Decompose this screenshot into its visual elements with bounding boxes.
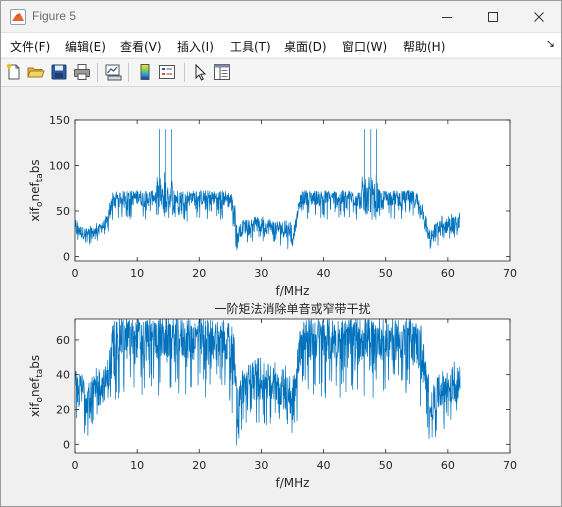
x-tick-label: 40 bbox=[317, 267, 331, 280]
y-axis-label: xifoneftabs bbox=[28, 355, 45, 417]
axes-2[interactable]: 0 10 20 30 40 50 60 70 0 20 40 60 f/MHz xifoneftabs 一阶… bbox=[28, 301, 517, 490]
toolbar-separator bbox=[184, 63, 185, 82]
x-tick-label: 50 bbox=[379, 267, 393, 280]
y-axis-label-part: xif bbox=[28, 206, 42, 221]
y-axis-label-part: ne bbox=[28, 382, 42, 397]
y-tick-label: 150 bbox=[49, 114, 70, 127]
figure-toolbar bbox=[1, 58, 561, 87]
y-axis-label-part: ne bbox=[28, 186, 42, 201]
x-tick-label: 60 bbox=[441, 267, 455, 280]
minimize-button[interactable] bbox=[424, 1, 470, 32]
axes-1[interactable]: 0 10 20 30 40 50 60 70 0 50 100 150 f/MHz xifoneftabs bbox=[28, 114, 517, 298]
menu-tools[interactable]: 工具(T) bbox=[230, 38, 271, 55]
link-plot-icon[interactable] bbox=[103, 62, 123, 82]
menu-desktop[interactable]: 桌面(D) bbox=[284, 38, 327, 55]
y-axis-label: xifoneftabs bbox=[28, 159, 45, 221]
menu-bar: 文件(F) 编辑(E) 查看(V) 插入(I) 工具(T) 桌面(D) 窗口(W… bbox=[1, 33, 561, 57]
chart-title: 一阶矩法消除单音或窄带干扰 bbox=[214, 301, 370, 316]
maximize-icon bbox=[488, 11, 498, 22]
toolbar-separator bbox=[97, 63, 98, 82]
x-tick-label: 10 bbox=[130, 459, 144, 472]
x-tick-label: 70 bbox=[503, 267, 517, 280]
maximize-button[interactable] bbox=[470, 1, 516, 32]
close-icon bbox=[534, 11, 544, 22]
menu-edit[interactable]: 编辑(E) bbox=[65, 38, 106, 55]
x-tick-label: 20 bbox=[192, 267, 206, 280]
x-tick-label: 40 bbox=[317, 459, 331, 472]
minimize-icon bbox=[442, 16, 452, 18]
x-tick-label: 60 bbox=[441, 459, 455, 472]
legend-icon[interactable] bbox=[157, 62, 177, 82]
menu-file[interactable]: 文件(F) bbox=[10, 38, 50, 55]
x-tick-label: 30 bbox=[254, 459, 268, 472]
save-icon[interactable] bbox=[49, 62, 69, 82]
close-button[interactable] bbox=[516, 1, 561, 32]
pointer-icon[interactable] bbox=[190, 62, 210, 82]
menu-window[interactable]: 窗口(W) bbox=[342, 38, 387, 55]
x-tick-label: 0 bbox=[72, 459, 79, 472]
x-tick-label: 0 bbox=[72, 267, 79, 280]
y-axis-label-part: bs bbox=[28, 159, 42, 173]
toolbar-separator bbox=[128, 63, 129, 82]
colorbar-icon[interactable] bbox=[135, 62, 155, 82]
y-tick-label: 0 bbox=[63, 438, 70, 451]
open-folder-icon[interactable] bbox=[26, 62, 46, 82]
x-tick-label: 20 bbox=[192, 459, 206, 472]
y-tick-label: 100 bbox=[49, 159, 70, 172]
x-tick-label: 10 bbox=[130, 267, 144, 280]
menu-overflow-icon[interactable]: ↘ bbox=[546, 37, 555, 50]
y-axis-label-part: bs bbox=[28, 355, 42, 369]
x-tick-label: 30 bbox=[254, 267, 268, 280]
window-title: Figure 5 bbox=[32, 9, 77, 23]
property-inspector-icon[interactable] bbox=[212, 62, 232, 82]
x-tick-label: 50 bbox=[379, 459, 393, 472]
menu-view[interactable]: 查看(V) bbox=[120, 38, 162, 55]
y-tick-label: 50 bbox=[56, 205, 70, 218]
figure-svg: 0 10 20 30 40 50 60 70050100150f/MHzxifoneftabs… bbox=[28, 114, 517, 490]
menu-help[interactable]: 帮助(H) bbox=[403, 38, 445, 55]
print-icon[interactable] bbox=[72, 62, 92, 82]
y-tick-label: 20 bbox=[56, 403, 70, 416]
y-tick-label: 40 bbox=[56, 369, 70, 382]
figure-canvas[interactable]: 0 10 20 30 40 50 60 70 0 50 100 150 f/MHz xifoneftabs… bbox=[1, 86, 561, 506]
matlab-icon bbox=[10, 9, 26, 25]
new-figure-icon[interactable] bbox=[4, 62, 24, 82]
x-axis-label: f/MHz bbox=[276, 476, 310, 490]
x-axis-label: f/MHz bbox=[276, 284, 310, 298]
y-tick-label: 0 bbox=[63, 250, 70, 263]
y-tick-label: 60 bbox=[56, 334, 70, 347]
title-bar[interactable]: Figure 5 bbox=[1, 1, 561, 33]
menu-insert[interactable]: 插入(I) bbox=[177, 38, 214, 55]
y-axis-label-part: xif bbox=[28, 402, 42, 417]
x-tick-label: 70 bbox=[503, 459, 517, 472]
figure-window: Figure 5 文件(F) 编辑(E) 查看(V) 插入(I) 工具(T) 桌… bbox=[0, 0, 562, 507]
